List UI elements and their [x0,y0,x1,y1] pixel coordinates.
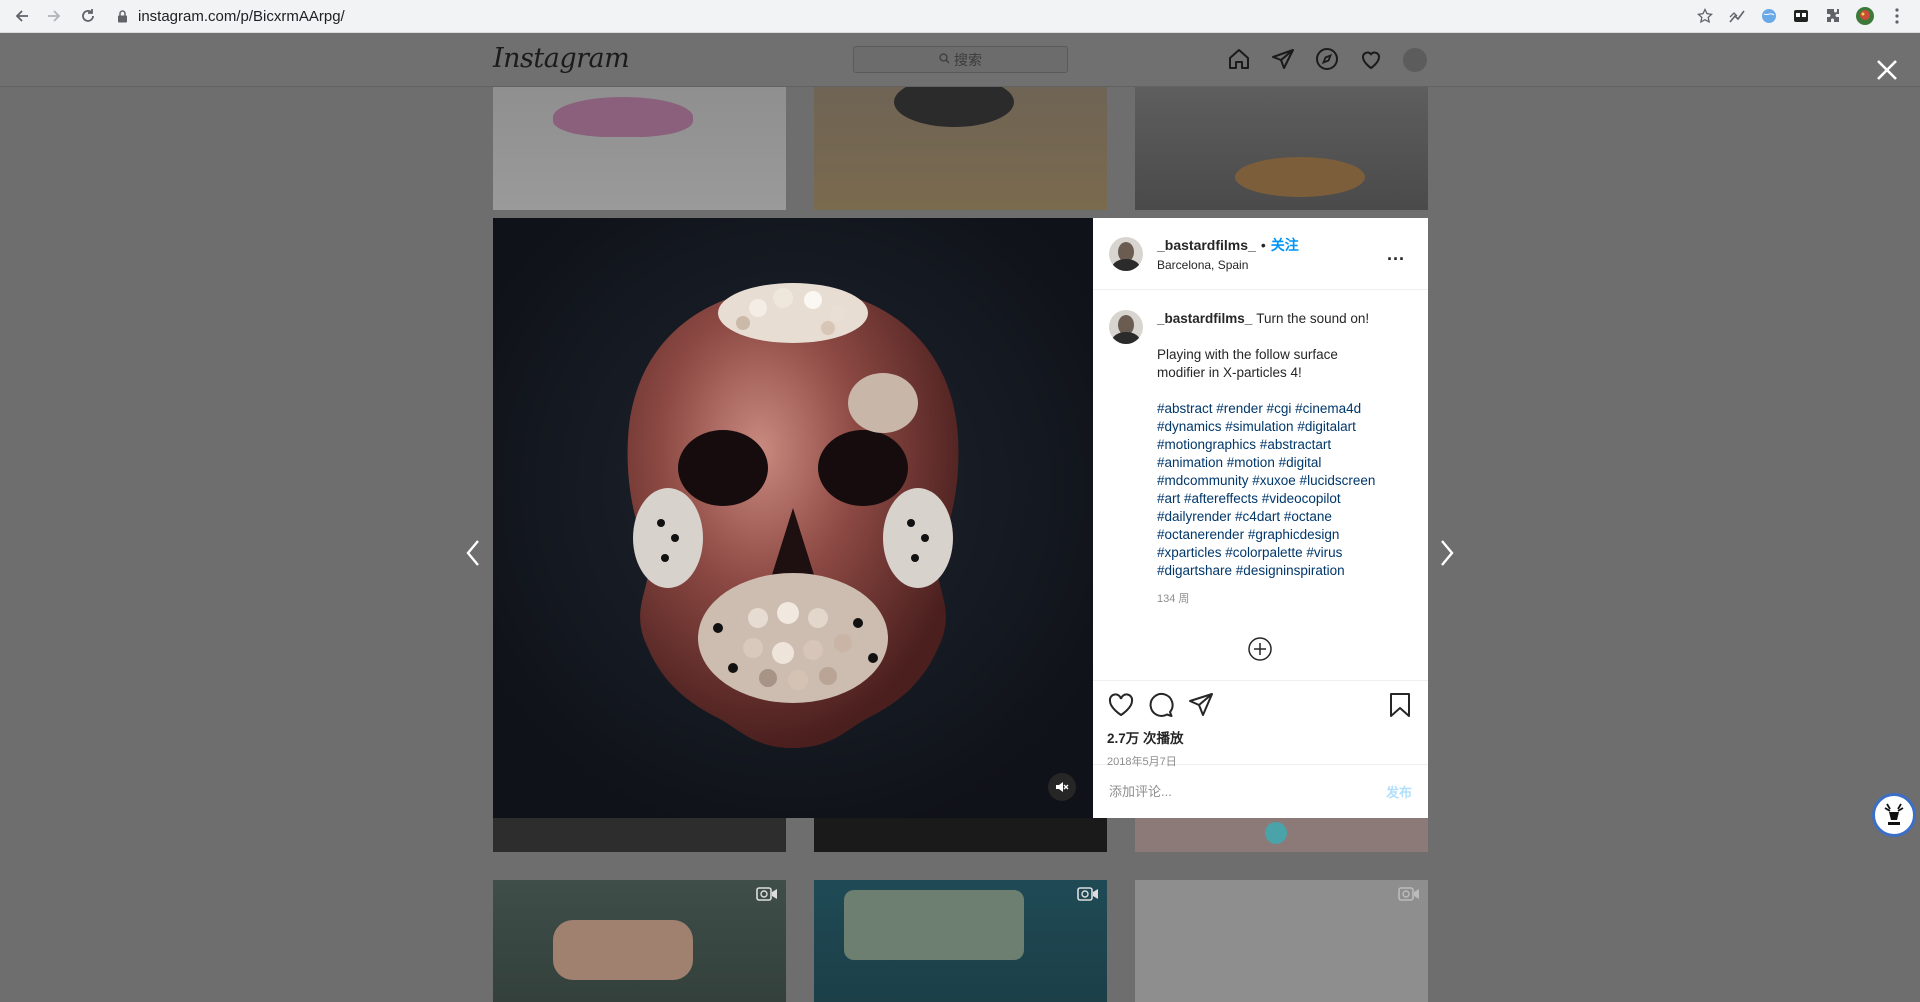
lock-icon [112,9,132,23]
close-icon[interactable] [1870,53,1904,87]
hashtag-line[interactable]: #dynamics #simulation #digitalart [1157,418,1397,436]
hashtag-line[interactable]: #digartshare #designinspiration [1157,562,1397,580]
hashtag-line[interactable]: #motiongraphics #abstractart [1157,436,1397,454]
grid-thumbnail[interactable] [493,880,786,1002]
forward-arrow-icon[interactable] [40,2,68,30]
back-arrow-icon[interactable] [8,2,36,30]
bookmark-star-icon[interactable] [1694,5,1716,27]
author-avatar[interactable] [1109,236,1143,271]
caption-area: _bastardfilms_ Turn the sound on! Playing… [1093,290,1428,680]
grid-thumbnail[interactable] [1135,818,1428,852]
next-post-chevron-icon[interactable] [1432,533,1462,573]
comment-input[interactable] [1109,784,1386,799]
share-send-icon[interactable] [1187,691,1215,719]
follow-button[interactable]: 关注 [1271,235,1299,255]
hashtag-line[interactable]: #abstract #render #cgi #cinema4d [1157,400,1397,418]
load-more-comments-icon[interactable] [1247,636,1273,662]
activity-heart-icon[interactable] [1358,46,1384,72]
post-date: 2018年5月7日 [1107,756,1177,768]
grid-thumbnail[interactable] [814,818,1107,852]
extension-box-icon[interactable] [1790,5,1812,27]
post-header: _bastardfilms_ • 关注 Barcelona, Spain ... [1093,218,1428,290]
separator-dot: • [1260,237,1266,253]
browser-toolbar: instagram.com/p/BicxrmAArpg/ [0,0,1920,33]
home-icon[interactable] [1226,46,1252,72]
like-heart-icon[interactable] [1107,691,1135,719]
more-options-icon[interactable]: ... [1386,244,1406,264]
grid-thumbnail[interactable] [493,818,786,852]
hashtag-line[interactable]: #art #aftereffects #videocopilot [1157,490,1397,508]
skull-video-frame [493,218,1093,818]
post-video[interactable] [493,218,1093,818]
ig-nav [1226,46,1428,72]
grid-thumbnail[interactable] [1135,87,1428,210]
caption-age: 134 周 [1157,593,1190,605]
explore-compass-icon[interactable] [1314,46,1340,72]
video-camera-icon [756,887,777,901]
post-actions: 2.7万 次播放 2018年5月7日 [1093,680,1428,768]
ig-header: Instagram 搜索 [0,33,1920,87]
caption-first-line: Turn the sound on! [1256,311,1370,326]
post-comment-button[interactable]: 发布 [1386,782,1412,801]
hashtag-line[interactable]: #dailyrender #c4dart #octane [1157,508,1397,526]
caption-line: Playing with the follow surface [1157,347,1338,362]
caption-username[interactable]: _bastardfilms_ [1157,311,1252,326]
search-placeholder: 搜索 [954,51,982,68]
extensions-puzzle-icon[interactable] [1822,5,1844,27]
grid-thumbnail[interactable] [814,87,1107,210]
caption-text: _bastardfilms_ Turn the sound on! Playing… [1157,310,1397,580]
post-sidebar: _bastardfilms_ • 关注 Barcelona, Spain ...… [1093,218,1428,818]
speaker-muted-icon [1056,782,1069,792]
video-camera-icon [1077,887,1098,901]
url-text: instagram.com/p/BicxrmAArpg/ [138,7,345,25]
hashtag-line[interactable]: #animation #motion #digital [1157,454,1397,472]
hashtag-line[interactable]: #octanerender #graphicdesign [1157,526,1397,544]
grid-thumbnail[interactable] [493,87,786,210]
grid-thumbnail[interactable] [814,880,1107,1002]
post-modal: _bastardfilms_ • 关注 Barcelona, Spain ...… [493,218,1428,818]
author-username[interactable]: _bastardfilms_ [1157,237,1256,253]
hashtag-line[interactable]: #mdcommunity #xuxoe #lucidscreen [1157,472,1397,490]
search-input[interactable]: 搜索 [853,46,1068,73]
instagram-logo[interactable]: Instagram [493,43,630,74]
post-location[interactable]: Barcelona, Spain [1157,258,1299,272]
comment-bubble-icon[interactable] [1147,691,1175,719]
reload-icon[interactable] [74,2,102,30]
search-icon [939,52,950,67]
profile-avatar-icon[interactable] [1854,5,1876,27]
grid-thumbnail[interactable] [1135,880,1428,1002]
caption-author-avatar[interactable] [1109,310,1143,344]
hashtag-line[interactable]: #xparticles #colorpalette #virus [1157,544,1397,562]
video-camera-icon [1398,887,1419,901]
view-count[interactable]: 2.7万 次播放 [1107,727,1414,747]
direct-message-icon[interactable] [1270,46,1296,72]
mute-toggle-button[interactable] [1048,773,1076,801]
comment-form: 发布 [1093,764,1428,818]
extension-graph-icon[interactable] [1726,5,1748,27]
extension-globe-icon[interactable] [1758,5,1780,27]
browser-menu-icon[interactable] [1886,5,1908,27]
caption-line: modifier in X-particles 4! [1157,365,1302,380]
profile-avatar[interactable] [1402,46,1428,72]
address-bar[interactable]: instagram.com/p/BicxrmAArpg/ [112,2,1694,30]
previous-post-chevron-icon[interactable] [458,533,488,573]
floating-deer-badge-icon[interactable] [1872,793,1916,837]
save-bookmark-icon[interactable] [1386,691,1414,719]
